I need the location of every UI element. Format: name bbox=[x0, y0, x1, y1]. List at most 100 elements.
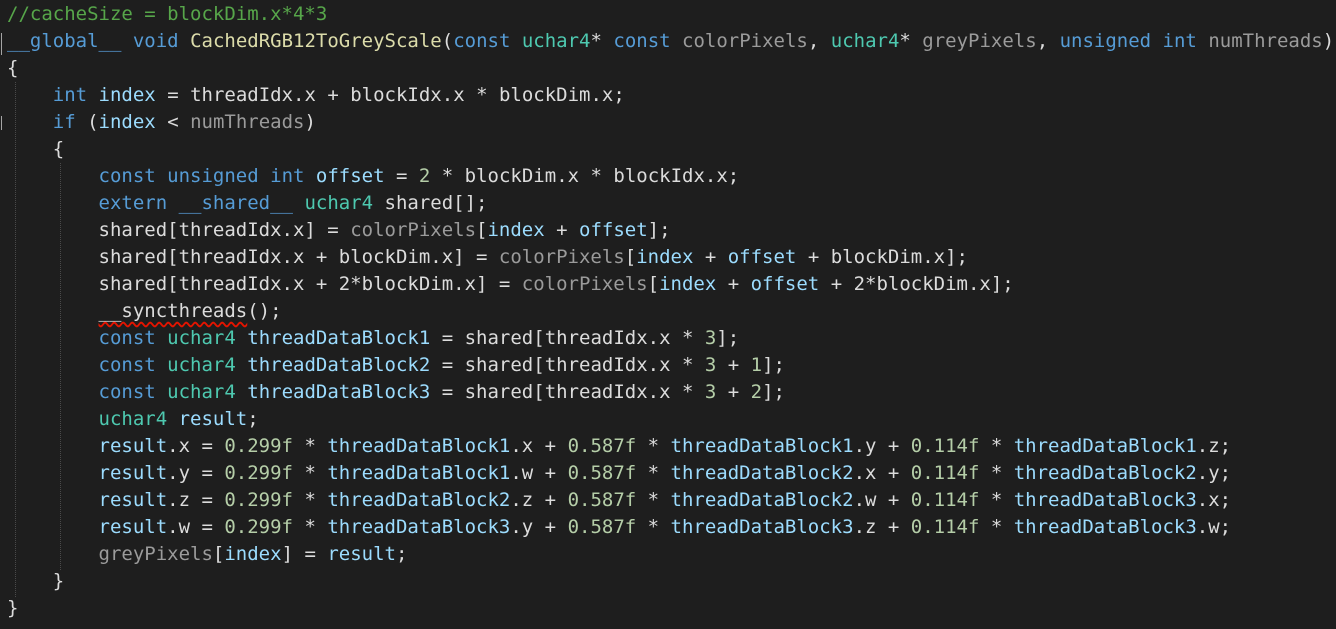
variable: threadDataBlock2 bbox=[247, 354, 431, 376]
code-token: + bbox=[693, 246, 728, 268]
variable: offset bbox=[315, 165, 385, 187]
code-token: ( bbox=[441, 30, 454, 52]
variable: threadDataBlock1 bbox=[1013, 435, 1197, 457]
code-token: threadIdx bbox=[178, 273, 282, 295]
code-line-19: result.z = 0.299f * threadDataBlock2.z +… bbox=[7, 487, 1232, 514]
code-line-3: { bbox=[7, 55, 18, 82]
parameter: numThreads bbox=[1208, 30, 1323, 52]
fold-indicator bbox=[1, 33, 2, 55]
code-token: threadIdx bbox=[178, 219, 282, 241]
code-token: shared[ bbox=[7, 219, 179, 241]
code-token: + bbox=[716, 354, 751, 376]
code-token: = shared[ bbox=[430, 354, 545, 376]
keyword: int bbox=[1162, 30, 1197, 52]
variable: threadDataBlock2 bbox=[327, 489, 511, 511]
code-token: .x * bbox=[647, 327, 705, 349]
variable: threadDataBlock3 bbox=[247, 381, 431, 403]
number-literal: 0.114f bbox=[910, 489, 980, 511]
code-token: shared[ bbox=[7, 273, 179, 295]
code-token: threadIdx bbox=[178, 246, 282, 268]
code-token: .x]; bbox=[922, 246, 968, 268]
variable: threadDataBlock3 bbox=[670, 516, 854, 538]
variable: threadDataBlock2 bbox=[670, 489, 854, 511]
variable: result bbox=[327, 543, 396, 565]
variable: index bbox=[487, 219, 545, 241]
variable: offset bbox=[750, 273, 820, 295]
code-token: } bbox=[7, 597, 19, 619]
function-call-error-squiggle: __syncthreads bbox=[98, 300, 248, 322]
type-name: uchar4 bbox=[167, 327, 236, 349]
code-line-8: extern __shared__ uchar4 shared[]; bbox=[7, 190, 488, 217]
code-line-22: } bbox=[7, 568, 64, 595]
code-token: } bbox=[7, 570, 65, 592]
variable: index bbox=[659, 273, 717, 295]
code-token: .y + bbox=[510, 516, 568, 538]
code-token: .w + bbox=[510, 462, 568, 484]
code-token: + bbox=[544, 219, 580, 241]
code-token: + bbox=[716, 381, 751, 403]
keyword: __shared__ bbox=[178, 192, 293, 214]
code-token: .x * bbox=[556, 165, 614, 187]
code-token: .x; bbox=[1196, 489, 1232, 511]
code-token: ) bbox=[304, 111, 316, 133]
code-line-23: } bbox=[7, 595, 18, 622]
code-token: blockDim bbox=[830, 246, 923, 268]
type-name: uchar4 bbox=[98, 408, 168, 430]
code-token: blockDim bbox=[464, 165, 557, 187]
code-line-10: shared[threadIdx.x + blockDim.x] = color… bbox=[7, 244, 968, 271]
code-line-21: greyPixels[index] = result; bbox=[7, 541, 408, 568]
keyword: void bbox=[132, 30, 179, 52]
code-token: [ bbox=[624, 246, 637, 268]
variable: result bbox=[98, 435, 168, 457]
code-token: * bbox=[293, 516, 328, 538]
code-token: .x] = bbox=[453, 273, 522, 295]
code-token: [ bbox=[212, 543, 225, 565]
variable: index bbox=[98, 84, 156, 106]
code-token: { bbox=[7, 138, 65, 160]
number-literal: 0.114f bbox=[910, 462, 980, 484]
code-token: .x] = bbox=[281, 219, 351, 241]
variable: result bbox=[98, 489, 168, 511]
variable: index bbox=[98, 111, 156, 133]
keyword: int bbox=[270, 165, 305, 187]
code-token: .z; bbox=[1196, 435, 1232, 457]
code-token: .x * bbox=[647, 381, 705, 403]
code-token: shared[]; bbox=[373, 192, 488, 214]
code-token: .w + bbox=[853, 489, 911, 511]
code-token: < bbox=[155, 111, 191, 133]
code-token: { bbox=[7, 57, 19, 79]
code-token: ]; bbox=[762, 381, 785, 403]
code-token: * bbox=[293, 435, 328, 457]
code-line-4: int index = threadIdx.x + blockIdx.x * b… bbox=[7, 82, 625, 109]
keyword: int bbox=[52, 84, 88, 106]
code-line-6: { bbox=[7, 136, 64, 163]
number-literal: 0.587f bbox=[567, 435, 637, 457]
code-token: .x * bbox=[647, 354, 705, 376]
code-token: .w = bbox=[167, 516, 225, 538]
code-token: + bbox=[796, 246, 831, 268]
number-literal: 0.587f bbox=[567, 516, 637, 538]
code-line-12: __syncthreads(); bbox=[7, 298, 282, 325]
code-line-15: const uchar4 threadDataBlock3 = shared[t… bbox=[7, 379, 785, 406]
code-token: ]; bbox=[762, 354, 785, 376]
code-editor[interactable]: //cacheSize = blockDim.x*4*3 __global__ … bbox=[0, 0, 1336, 629]
code-token: blockDim bbox=[498, 84, 591, 106]
number-literal: 0.299f bbox=[224, 516, 293, 538]
code-token: = bbox=[384, 165, 419, 187]
type-name: uchar4 bbox=[830, 30, 900, 52]
code-token: = bbox=[155, 84, 191, 106]
variable: threadDataBlock2 bbox=[670, 462, 854, 484]
code-token: blockDim bbox=[876, 273, 968, 295]
type-name: uchar4 bbox=[167, 381, 236, 403]
